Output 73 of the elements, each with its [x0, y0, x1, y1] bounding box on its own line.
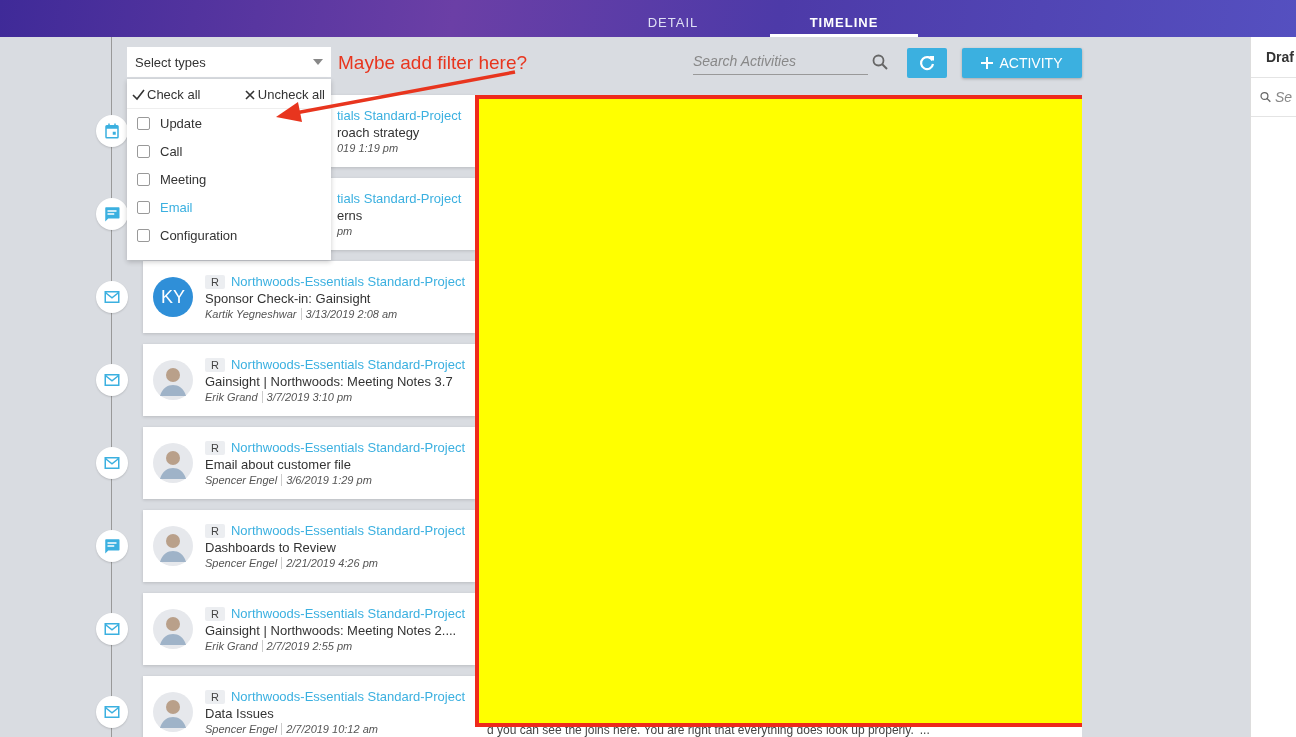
badge: R: [205, 606, 225, 621]
mail-icon: [103, 620, 121, 638]
check-all-button[interactable]: Check all: [132, 87, 201, 102]
more-text: ...: [919, 723, 930, 737]
uncheck-all-button[interactable]: Uncheck all: [243, 87, 325, 102]
activity-date: 3/6/2019 1:29 pm: [286, 474, 372, 486]
activity-title: Email about customer file: [205, 457, 352, 472]
activity-card[interactable]: KY R Northwoods-Essentials Standard-Project Sponsor Check-in: Gainsight Kartik Yegneshwar 3/13/2019 2:08 am: [143, 261, 475, 333]
checkbox[interactable]: [137, 200, 150, 214]
activity-card[interactable]: R Northwoods-Essentials Standard-Project Dashboards to Review Spencer Engel 2/21/2019 4:26 pm: [143, 510, 475, 582]
refresh-icon: [918, 54, 936, 72]
activity-title: erns: [337, 208, 364, 223]
avatar: KY: [153, 277, 193, 317]
tab[interactable]: TIMELINE: [770, 0, 918, 37]
tab[interactable]: DETAIL: [608, 0, 738, 37]
type-select[interactable]: Select types: [127, 47, 331, 77]
avatar-icon: [153, 443, 193, 483]
type-option[interactable]: Configuration: [127, 221, 331, 249]
check-icon: [132, 88, 145, 101]
activity-title: roach strategy: [337, 125, 421, 140]
activity-date: 019 1:19 pm: [337, 142, 399, 154]
activity-card[interactable]: R Northwoods-Essentials Standard-Project Gainsight | Northwoods: Meeting Notes 2.... Erik Grand 2/7/2019 2:55 pm: [143, 593, 475, 665]
activity-date: 3/7/2019 3:10 pm: [266, 391, 353, 403]
activity-title: Gainsight | Northwoods: Meeting Notes 3.7: [205, 374, 454, 389]
activity-card[interactable]: R Northwoods-Essentials Standard-Project Data Issues Spencer Engel 2/7/2019 10:12 am: [143, 676, 475, 737]
calendar-icon: [103, 122, 121, 140]
type-option[interactable]: Meeting: [127, 165, 331, 193]
chat-icon: [103, 537, 121, 555]
mail-icon: [103, 371, 121, 389]
activity-date: 2/7/2019 2:55 pm: [266, 640, 353, 652]
activity-title: Data Issues: [205, 706, 275, 721]
avatar-icon: [153, 360, 193, 400]
avatar-icon: [153, 609, 193, 649]
badge: R: [205, 274, 225, 289]
activity-date: 3/13/2019 2:08 am: [305, 308, 398, 320]
close-icon: [243, 88, 256, 101]
refresh-button[interactable]: [907, 48, 947, 78]
chat-icon: [103, 205, 121, 223]
author-name: Erik Grand: [205, 391, 263, 403]
search-icon: [1260, 89, 1271, 105]
author-name: Kartik Yegneshwar: [205, 308, 302, 320]
author-name: Erik Grand: [205, 640, 263, 652]
avatar-icon: [153, 692, 193, 732]
checkbox[interactable]: [137, 116, 150, 130]
activity-title: Gainsight | Northwoods: Meeting Notes 2....: [205, 623, 458, 638]
plus-icon: [981, 57, 994, 69]
author-name: Spencer Engel: [205, 723, 283, 735]
panel-title: Draf: [1251, 37, 1296, 78]
activity-title: Sponsor Check-in: Gainsight: [205, 291, 372, 306]
mail-icon: [103, 454, 121, 472]
mail-icon: [103, 288, 121, 306]
activity-card[interactable]: R Northwoods-Essentials Standard-Project Gainsight | Northwoods: Meeting Notes 3.7 Erik Grand 3/7/2019 3:10 pm: [143, 344, 475, 416]
search-icon: [872, 53, 888, 70]
annotation-text: Maybe add filter here?: [338, 52, 528, 74]
badge: R: [205, 440, 225, 455]
checkbox[interactable]: [137, 228, 150, 242]
caret-icon: [313, 59, 323, 65]
author-name: Spencer Engel: [205, 557, 283, 569]
activity-card[interactable]: R Northwoods-Essentials Standard-Project Email about customer file Spencer Engel 3/6/2019 1:29 pm: [143, 427, 475, 499]
badge: R: [205, 357, 225, 372]
badge: R: [205, 523, 225, 538]
badge: R: [205, 689, 225, 704]
activity-date: pm: [337, 225, 353, 237]
type-option[interactable]: Call: [127, 137, 331, 165]
checkbox[interactable]: [137, 172, 150, 186]
activity-date: 2/7/2019 10:12 am: [286, 723, 378, 735]
search-field[interactable]: Search Activities: [693, 48, 868, 75]
checkbox[interactable]: [137, 144, 150, 158]
activity-title: Dashboards to Review: [205, 540, 337, 555]
author-name: Spencer Engel: [205, 474, 283, 486]
activity-date: 2/21/2019 4:26 pm: [286, 557, 378, 569]
mail-icon: [103, 703, 121, 721]
avatar-icon: [153, 526, 193, 566]
